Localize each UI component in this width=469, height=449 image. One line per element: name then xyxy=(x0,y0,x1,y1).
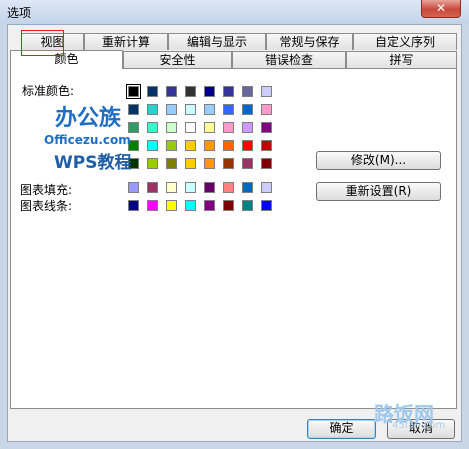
color-swatch[interactable] xyxy=(166,122,177,133)
color-swatch[interactable] xyxy=(242,104,253,115)
color-swatch[interactable] xyxy=(223,86,234,97)
close-icon: ✕ xyxy=(435,1,447,15)
color-swatch[interactable] xyxy=(261,140,272,151)
color-swatch[interactable] xyxy=(204,122,215,133)
tab-label: 安全性 xyxy=(159,53,196,67)
chart-line-swatch[interactable] xyxy=(242,200,253,211)
color-swatch[interactable] xyxy=(166,140,177,151)
chart-fill-swatch[interactable] xyxy=(204,182,215,193)
tab-label: 错误检查 xyxy=(264,53,313,67)
color-swatch[interactable] xyxy=(242,122,253,133)
reset-button[interactable]: 重新设置(R) xyxy=(316,182,441,201)
chart-line-swatch[interactable] xyxy=(166,200,177,211)
color-swatch[interactable] xyxy=(166,86,177,97)
chart-line-swatch[interactable] xyxy=(147,200,158,211)
color-swatch[interactable] xyxy=(128,122,139,133)
chart-line-swatch[interactable] xyxy=(128,200,139,211)
color-swatch[interactable] xyxy=(242,140,253,151)
tab-label: 常规与保存 xyxy=(279,35,340,49)
tab-edit-display[interactable]: 编辑与显示 xyxy=(168,33,266,50)
chart-line-swatch[interactable] xyxy=(261,200,272,211)
title-bar: 选项 ✕ xyxy=(0,0,469,24)
color-swatch[interactable] xyxy=(223,140,234,151)
color-swatch[interactable] xyxy=(204,86,215,97)
modify-button[interactable]: 修改(M)... xyxy=(316,151,441,170)
color-swatch[interactable] xyxy=(147,104,158,115)
standard-colors-label: 标准颜色: xyxy=(22,84,75,98)
chart-fill-swatch[interactable] xyxy=(166,182,177,193)
chart-fill-label: 图表填充: xyxy=(20,183,73,197)
chart-line-swatch[interactable] xyxy=(204,200,215,211)
color-swatch[interactable] xyxy=(128,104,139,115)
close-button[interactable]: ✕ xyxy=(421,0,461,18)
color-swatch[interactable] xyxy=(185,140,196,151)
color-swatch[interactable] xyxy=(185,104,196,115)
color-swatch[interactable] xyxy=(242,86,253,97)
chart-fill-swatch[interactable] xyxy=(185,182,196,193)
color-swatch[interactable] xyxy=(204,140,215,151)
color-swatch[interactable] xyxy=(204,104,215,115)
tab-recalculate[interactable]: 重新计算 xyxy=(84,33,168,50)
chart-fill-swatch[interactable] xyxy=(242,182,253,193)
color-swatch[interactable] xyxy=(166,158,177,169)
tab-label: 重新计算 xyxy=(101,35,150,49)
color-swatch[interactable] xyxy=(261,122,272,133)
tab-security[interactable]: 安全性 xyxy=(123,51,232,68)
tab-label: 自定义序列 xyxy=(374,35,435,49)
tab-label: 编辑与显示 xyxy=(186,35,247,49)
chart-line-swatch[interactable] xyxy=(185,200,196,211)
color-swatch[interactable] xyxy=(147,86,158,97)
color-swatch[interactable] xyxy=(261,158,272,169)
chart-fill-swatch[interactable] xyxy=(128,182,139,193)
window-title: 选项 xyxy=(7,6,32,20)
color-swatch[interactable] xyxy=(261,86,272,97)
color-swatch[interactable] xyxy=(223,158,234,169)
tab-error-check[interactable]: 错误检查 xyxy=(232,51,346,68)
tab-general-save[interactable]: 常规与保存 xyxy=(266,33,353,50)
view-tab-highlight xyxy=(21,30,64,56)
wps-watermark: WPS教程 xyxy=(54,153,132,173)
chart-fill-swatch[interactable] xyxy=(223,182,234,193)
color-swatch[interactable] xyxy=(147,140,158,151)
tab-label: 拼写 xyxy=(389,53,414,67)
color-swatch[interactable] xyxy=(166,104,177,115)
logo-watermark: 办公族 xyxy=(55,106,122,131)
color-swatch[interactable] xyxy=(204,158,215,169)
color-swatch[interactable] xyxy=(242,158,253,169)
color-swatch[interactable] xyxy=(185,158,196,169)
site-watermark: Officezu.com xyxy=(44,133,131,147)
tab-custom-lists[interactable]: 自定义序列 xyxy=(353,33,457,50)
color-swatch[interactable] xyxy=(126,84,141,99)
color-swatch[interactable] xyxy=(185,86,196,97)
ok-button[interactable]: 确定 xyxy=(307,419,376,439)
color-swatch[interactable] xyxy=(223,122,234,133)
chart-line-swatch[interactable] xyxy=(223,200,234,211)
color-swatch[interactable] xyxy=(185,122,196,133)
corner-url-watermark: 45fan.com xyxy=(392,420,446,431)
color-swatch[interactable] xyxy=(147,158,158,169)
chart-line-label: 图表线条: xyxy=(20,199,73,213)
chart-fill-swatch[interactable] xyxy=(147,182,158,193)
tab-spelling[interactable]: 拼写 xyxy=(346,51,457,68)
color-swatch[interactable] xyxy=(147,122,158,133)
color-swatch[interactable] xyxy=(223,104,234,115)
chart-fill-swatch[interactable] xyxy=(261,182,272,193)
color-swatch[interactable] xyxy=(261,104,272,115)
